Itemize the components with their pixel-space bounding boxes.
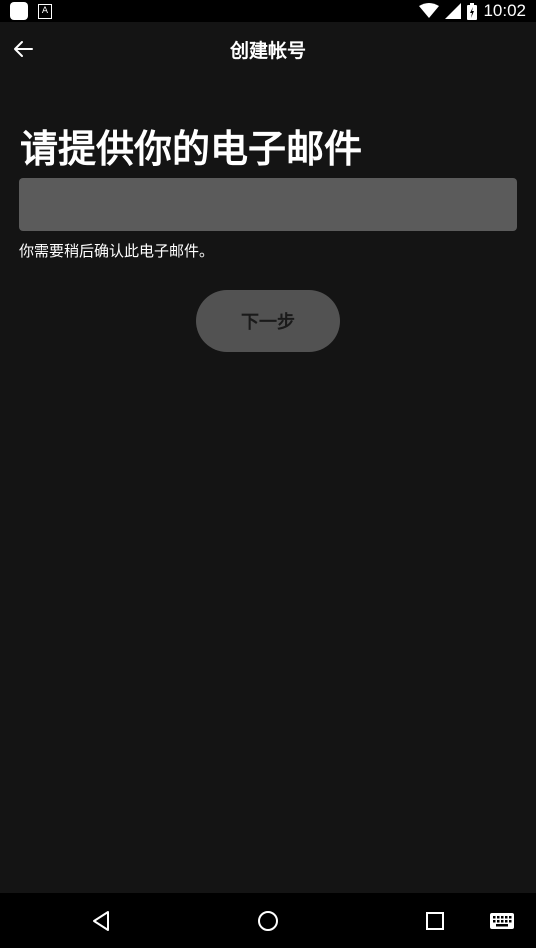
nav-recents-button[interactable] bbox=[421, 907, 449, 935]
email-input[interactable] bbox=[19, 178, 517, 231]
app-icon bbox=[10, 2, 28, 20]
email-hint: 你需要稍后确认此电子邮件。 bbox=[19, 242, 215, 260]
battery-icon bbox=[467, 2, 478, 20]
keyboard-icon bbox=[490, 913, 514, 929]
status-time: 10:02 bbox=[483, 1, 526, 20]
status-bar: A 10:02 bbox=[0, 0, 536, 22]
status-right: 10:02 bbox=[419, 1, 526, 21]
status-left: A bbox=[10, 2, 52, 20]
nav-back-button[interactable] bbox=[88, 907, 116, 935]
page-title: 创建帐号 bbox=[229, 40, 306, 62]
back-triangle-icon bbox=[93, 911, 109, 931]
system-nav-bar bbox=[0, 893, 536, 948]
nav-home-button[interactable] bbox=[254, 907, 282, 935]
signup-email-screen: A 10:02 创建帐号 请提供你的电子邮件 你需要稍后确认此电子邮件。 下一步 bbox=[0, 0, 536, 948]
a-notification-icon: A bbox=[38, 3, 52, 19]
home-circle-icon bbox=[258, 911, 278, 931]
recents-square-icon bbox=[426, 912, 444, 930]
cell-signal-icon bbox=[445, 3, 462, 19]
next-button[interactable]: 下一步 bbox=[196, 290, 340, 352]
nav-keyboard-button[interactable] bbox=[488, 907, 516, 935]
wifi-icon bbox=[419, 3, 440, 18]
app-header: 创建帐号 bbox=[0, 22, 536, 76]
email-heading: 请提供你的电子邮件 bbox=[20, 127, 363, 171]
